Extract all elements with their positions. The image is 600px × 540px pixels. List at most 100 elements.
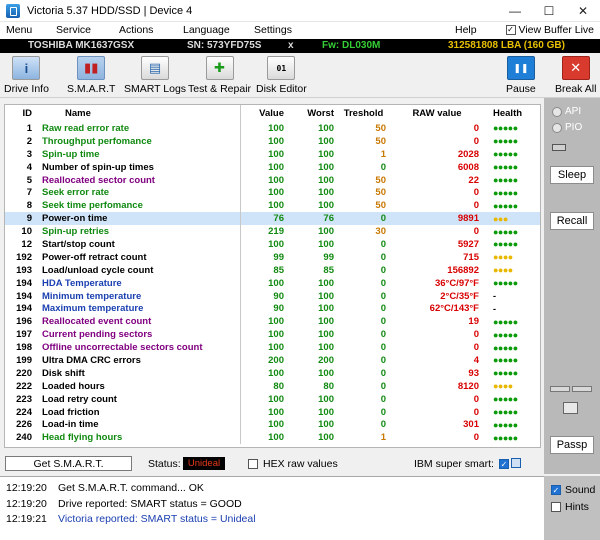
tiny-button-left[interactable] (550, 386, 570, 392)
menu-language[interactable]: Language (183, 24, 230, 36)
table-row[interactable]: 2 Throughput perfomance 100 100 50 0 ●●●●● (5, 134, 540, 148)
extra-checkbox[interactable] (511, 458, 521, 468)
header-name[interactable]: Name (37, 105, 241, 122)
header-threshold[interactable]: Treshold (338, 105, 392, 122)
header-raw-value[interactable]: RAW value (392, 105, 485, 122)
header-health[interactable]: Health (485, 105, 540, 122)
cell-raw-value: 0 (473, 226, 479, 238)
cell-raw-value: 0 (473, 187, 479, 199)
cell-health: - (493, 303, 496, 314)
table-row[interactable]: 199 Ultra DMA CRC errors 200 200 0 4 ●●●●● (5, 354, 540, 367)
table-row[interactable]: 194 HDA Temperature 100 100 0 36°C/97°F ●●●●● (5, 276, 540, 290)
cell-id: 1 (26, 122, 32, 134)
table-row[interactable]: 4 Number of spin-up times 100 100 0 6008 ●●●●● (5, 160, 540, 174)
menu-settings[interactable]: Settings (254, 24, 292, 36)
pio-label: PIO (565, 122, 583, 133)
cell-raw-value: 62°C/143°F (429, 303, 479, 315)
menu-actions[interactable]: Actions (119, 24, 153, 36)
menu-service[interactable]: Service (56, 24, 91, 36)
header-worst[interactable]: Worst (288, 105, 338, 122)
smart-logs-button[interactable]: ▤ SMART Logs (124, 56, 186, 96)
cell-worst: 100 (318, 303, 334, 315)
disk-editor-button[interactable]: 01 Disk Editor (256, 56, 307, 96)
cell-health: ●●●● (493, 252, 513, 263)
close-button[interactable]: ✕ (566, 0, 600, 22)
hex-raw-checkbox[interactable] (248, 459, 258, 469)
hints-checkbox[interactable] (551, 502, 561, 512)
cell-name: Loaded hours (37, 379, 241, 393)
tiny-button-right[interactable] (572, 386, 592, 392)
sound-checkbox[interactable]: ✓ (551, 485, 561, 495)
break-all-button[interactable]: ✕ Break All (555, 56, 596, 96)
api-radio[interactable]: API (552, 106, 581, 117)
table-row[interactable]: 192 Power-off retract count 99 99 0 715 ●●●● (5, 250, 540, 264)
cell-health: ●●● (485, 212, 540, 226)
table-row[interactable]: 198 Offline uncorrectable sectors count 10… (5, 341, 540, 355)
api-radio-dot[interactable] (552, 106, 562, 117)
hex-raw-label: HEX raw values (263, 458, 338, 470)
recall-button[interactable]: Recall (550, 212, 594, 230)
table-row[interactable]: 226 Load-in time 100 100 0 301 ●●●●● (5, 418, 540, 432)
cell-name: Load-in time (37, 418, 241, 432)
maximize-button[interactable]: ☐ (532, 0, 566, 22)
arrow-icon[interactable] (563, 402, 578, 414)
pio-radio[interactable]: PIO (552, 122, 582, 133)
cell-health: ●●●●● (493, 175, 518, 185)
passp-button[interactable]: Passp (550, 436, 594, 454)
table-row[interactable]: 8 Seek time perfomance 100 100 50 0 ●●●●● (5, 199, 540, 213)
sleep-button[interactable]: Sleep (550, 166, 594, 184)
cell-name: Ultra DMA CRC errors (37, 354, 241, 367)
cell-value: 100 (268, 367, 284, 379)
cell-raw-value: 9891 (392, 212, 485, 226)
cell-raw-value: 0 (473, 432, 479, 444)
table-row[interactable]: 7 Seek error rate 100 100 50 0 ●●●●● (5, 186, 540, 200)
table-row[interactable]: 1 Raw read error rate 100 100 50 0 ●●●●● (5, 122, 540, 135)
cell-threshold: 50 (375, 122, 386, 134)
table-row[interactable]: 197 Current pending sectors 100 100 0 0 ●●●●● (5, 328, 540, 342)
log-time: 12:19:20 (6, 482, 47, 494)
sound-option[interactable]: ✓ Sound (551, 484, 595, 496)
table-row[interactable]: 222 Loaded hours 80 80 0 8120 ●●●● (5, 379, 540, 393)
table-row[interactable]: 5 Reallocated sector count 100 100 50 22 ●●●●● (5, 173, 540, 187)
cell-worst: 100 (318, 316, 334, 328)
ibm-super-smart[interactable]: IBM super smart: ✓ (414, 458, 509, 470)
cell-raw-value: 715 (463, 251, 479, 263)
pause-button[interactable]: ❚❚ Pause (506, 56, 536, 96)
menu-help[interactable]: Help (455, 24, 477, 36)
table-row[interactable]: 10 Spin-up retries 219 100 30 0 ●●●●● (5, 225, 540, 239)
pio-radio-dot[interactable] (552, 122, 562, 133)
drive-model: TOSHIBA MK1637GSX (28, 40, 135, 51)
hex-raw-values[interactable]: HEX raw values (248, 458, 338, 470)
table-row[interactable]: 12 Start/stop count 100 100 0 5927 ●●●●● (5, 238, 540, 251)
table-row[interactable]: 196 Reallocated event count 100 100 0 19 ●●●●● (5, 315, 540, 329)
view-buffer-live[interactable]: ✓ View Buffer Live (505, 24, 594, 36)
get-smart-button[interactable]: Get S.M.A.R.T. (5, 456, 132, 471)
table-row[interactable]: 240 Head flying hours 100 100 1 0 ●●●●● (5, 431, 540, 445)
minimize-button[interactable]: — (498, 0, 532, 22)
drive-firmware: Fw: DL030M (322, 40, 381, 51)
table-row[interactable]: 224 Load friction 100 100 0 0 ●●●●● (5, 405, 540, 419)
test-repair-button[interactable]: ✚ Test & Repair (188, 56, 251, 96)
status-label: Status: (148, 458, 181, 470)
cell-worst: 100 (318, 148, 334, 160)
smart-button[interactable]: ▮▮ S.M.A.R.T (67, 56, 115, 96)
drive-info-button[interactable]: i Drive Info (4, 56, 49, 96)
table-row[interactable]: 193 Load/unload cycle count 85 85 0 156892 ●●●… (5, 263, 540, 277)
smart-label: S.M.A.R.T (67, 83, 116, 95)
table-row[interactable]: 223 Load retry count 100 100 0 0 ●●●●● (5, 392, 540, 406)
drive-close-x[interactable]: x (288, 40, 294, 51)
table-row[interactable]: 9 Power-on time 76 76 0 9891 ●●● (5, 212, 540, 226)
hints-option[interactable]: Hints (551, 501, 589, 513)
table-row[interactable]: 3 Spin-up time 100 100 1 2028 ●●●●● (5, 147, 540, 161)
header-id[interactable]: ID (5, 105, 37, 122)
menu-menu[interactable]: Menu (6, 24, 32, 36)
view-buffer-checkbox[interactable]: ✓ (505, 25, 516, 35)
cell-health: ●●●●● (493, 419, 518, 430)
cell-worst: 100 (318, 238, 334, 250)
ibm-super-smart-checkbox[interactable]: ✓ (498, 459, 509, 469)
table-row[interactable]: 194 Maximum temperature 90 100 0 62°C/143°F - (5, 302, 540, 316)
table-row[interactable]: 194 Minimum temperature 90 100 0 2°C/35°F - (5, 289, 540, 303)
header-value[interactable]: Value (240, 105, 288, 122)
cell-worst: 100 (318, 393, 334, 405)
table-row[interactable]: 220 Disk shift 100 100 0 93 ●●●●● (5, 366, 540, 380)
